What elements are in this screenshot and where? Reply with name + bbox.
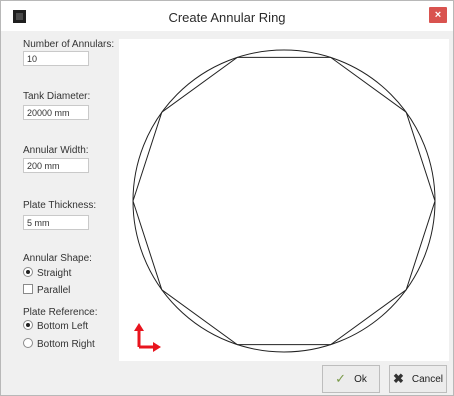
shape-parallel-checkbox[interactable]: Parallel bbox=[23, 284, 70, 296]
create-annular-ring-dialog: Create Annular Ring × Number of Annulars… bbox=[0, 0, 454, 396]
shape-straight-radio[interactable]: Straight bbox=[23, 267, 71, 279]
checkmark-icon: ✓ bbox=[335, 371, 347, 386]
plate-reference-label: Plate Reference: bbox=[23, 307, 98, 318]
annular-width-input[interactable]: 200 mm bbox=[23, 158, 89, 173]
ring-preview-svg bbox=[132, 49, 436, 353]
radio-selected-icon bbox=[23, 267, 33, 277]
tank-diameter-input[interactable]: 20000 mm bbox=[23, 105, 89, 120]
num-annulars-input[interactable]: 10 bbox=[23, 51, 89, 66]
tank-diameter-label: Tank Diameter: bbox=[23, 91, 91, 102]
radio-selected-icon bbox=[23, 320, 33, 330]
annular-width-label: Annular Width: bbox=[23, 145, 89, 156]
annular-shape-label: Annular Shape: bbox=[23, 253, 92, 264]
cancel-label: Cancel bbox=[411, 373, 444, 385]
title-bar[interactable]: Create Annular Ring × bbox=[1, 1, 453, 31]
shape-straight-label: Straight bbox=[37, 268, 72, 279]
ref-bottom-left-label: Bottom Left bbox=[37, 321, 89, 332]
ok-label: Ok bbox=[354, 373, 367, 385]
ref-bottom-left-radio[interactable]: Bottom Left bbox=[23, 320, 88, 332]
cancel-button[interactable]: ✖ Cancel bbox=[389, 365, 447, 393]
ref-bottom-right-label: Bottom Right bbox=[37, 339, 95, 350]
plate-thickness-label: Plate Thickness: bbox=[23, 200, 97, 211]
checkbox-icon bbox=[23, 284, 33, 294]
annular-ring-polygon bbox=[132, 56, 436, 346]
x-axis-arrow-icon bbox=[153, 342, 161, 352]
settings-panel: Number of Annulars: 10 Tank Diameter: 20… bbox=[1, 31, 115, 361]
dialog-title: Create Annular Ring bbox=[168, 10, 286, 25]
plate-thickness-input[interactable]: 5 mm bbox=[23, 215, 89, 230]
ref-bottom-right-radio[interactable]: Bottom Right bbox=[23, 338, 95, 350]
radio-unselected-icon bbox=[23, 338, 33, 348]
ring-preview-canvas[interactable] bbox=[119, 39, 449, 361]
ok-button[interactable]: ✓ Ok bbox=[322, 365, 380, 393]
shape-parallel-label: Parallel bbox=[37, 285, 71, 296]
tank-outline-circle bbox=[132, 49, 436, 353]
x-icon: ✖ bbox=[392, 371, 404, 386]
close-button[interactable]: × bbox=[429, 7, 447, 23]
num-annulars-label: Number of Annulars: bbox=[23, 39, 115, 50]
y-axis-arrow-icon bbox=[134, 323, 144, 331]
